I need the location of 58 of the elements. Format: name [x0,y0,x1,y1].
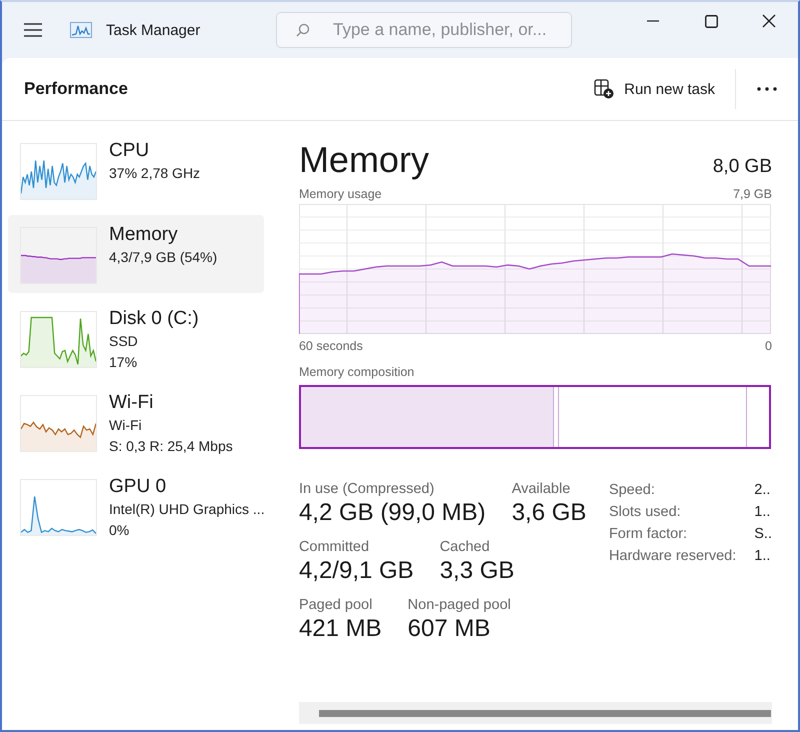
close-icon [762,14,776,28]
item-detail: S: 0,3 R: 25,4 Mbps [109,437,233,456]
item-detail: Wi-Fi [109,416,143,435]
item-title: Wi-Fi [109,391,154,415]
scrollbar-thumb[interactable] [318,710,771,716]
sidebar-item[interactable]: Memory 4,3/7,9 GB (54%) [8,215,264,293]
page-title: Performance [24,79,128,99]
axis-label: 60 seconds [298,339,363,353]
stat-value: 3,6 GB [512,499,586,527]
maximize-icon [704,14,718,28]
item-detail: Intel(R) UHD Graphics ... [109,500,265,519]
detail-value: 1.. [754,548,772,564]
item-detail: 37% 2,78 GHz [109,164,200,183]
stat-label: Cached [440,539,491,555]
item-title: Memory [109,223,179,247]
total-memory: 8,0 GB [712,156,772,178]
stat-label: In use (Compressed) [298,481,436,497]
stat-label: Available [512,481,572,497]
search-field[interactable]: Type a name, publisher, or... [276,12,572,48]
stat-value: 4,2 GB (99,0 MB) [298,499,486,527]
chart-max: 7,9 GB [733,187,772,201]
detail-label: Slots used: [608,504,682,520]
sidebar-item[interactable]: CPU 37% 2,78 GHz [8,131,264,209]
run-new-task-button[interactable]: Run new task [584,73,725,105]
detail-label: Hardware reserved: [608,548,736,564]
item-title: CPU [109,139,150,163]
detail-value: S.. [754,526,772,542]
item-detail: 17% [109,353,138,372]
section-title: Memory [298,139,429,181]
stat-value: 4,2/9,1 GB [298,557,414,585]
more-icon [757,87,777,91]
stat-label: Committed [298,539,370,555]
stat-label: Paged pool [298,597,374,613]
item-detail: SSD [109,332,139,351]
stat-value: 3,3 GB [440,557,514,585]
sidebar-item[interactable]: Wi-Fi Wi-Fi S: 0,3 R: 25,4 Mbps [8,383,264,461]
detail-label: Form factor: [608,526,688,542]
detail-value: 1.. [754,504,772,520]
horizontal-scrollbar[interactable] [298,702,772,724]
item-title: Disk 0 (C:) [109,307,199,331]
minimize-icon [647,20,659,22]
sidebar-item[interactable]: Disk 0 (C:) SSD 17% [8,299,264,377]
stat-value: 421 MB [298,615,382,643]
chart-icon [70,22,92,38]
axis-label: 0 [765,339,772,353]
menu-icon [24,23,42,37]
window-title: Task Manager [106,22,202,38]
sidebar-item[interactable]: GPU 0 Intel(R) UHD Graphics ... 0% [8,467,264,545]
detail-label: Speed: [608,482,656,498]
item-detail: 0% [109,521,130,540]
detail-value: 2.. [754,482,772,498]
stat-value: 607 MB [408,615,492,643]
item-title: GPU 0 [109,475,168,499]
new-task-icon [594,79,614,99]
item-detail: 4,3/7,9 GB (54%) [109,248,218,267]
stat-label: Non-paged pool [408,597,511,613]
composition-label: Memory composition [298,365,416,379]
chart-label: Memory usage [298,187,382,201]
